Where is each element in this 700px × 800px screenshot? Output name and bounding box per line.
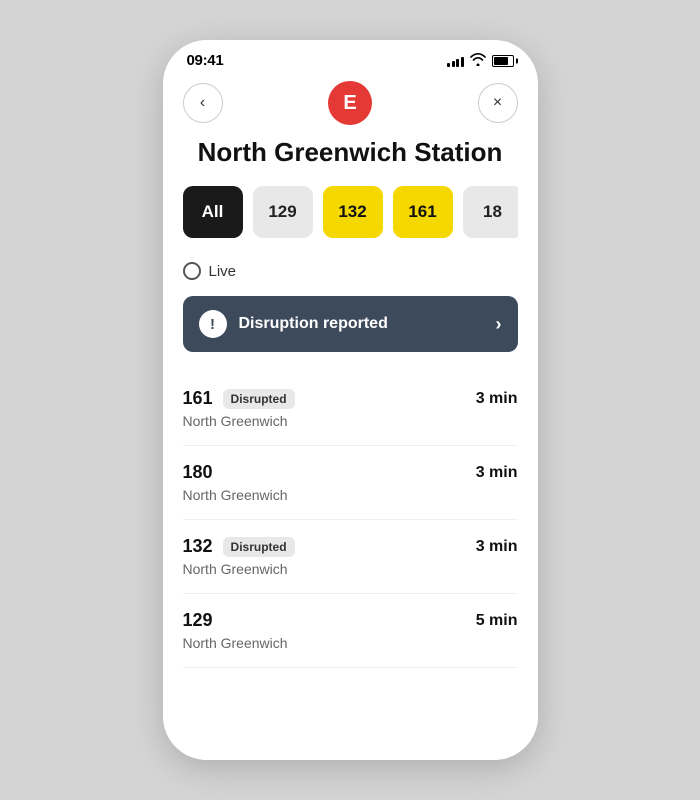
list-item: 129 5 min North Greenwich <box>183 594 518 668</box>
arrival-list: 161 Disrupted 3 min North Greenwich 180 … <box>183 372 518 668</box>
route-number: 180 <box>183 462 213 483</box>
live-indicator: Live <box>183 262 518 280</box>
tab-161[interactable]: 161 <box>393 186 453 238</box>
tab-129[interactable]: 129 <box>253 186 313 238</box>
station-title: North Greenwich Station <box>183 137 518 168</box>
live-circle-icon <box>183 262 201 280</box>
close-button[interactable]: × <box>478 83 518 123</box>
arrival-time: 3 min <box>476 464 518 482</box>
wifi-icon <box>470 53 486 69</box>
arrival-destination: North Greenwich <box>183 635 518 651</box>
phone-frame: 09:41 ‹ E <box>163 40 538 760</box>
disruption-text: Disruption reported <box>239 315 388 333</box>
live-label: Live <box>209 263 237 280</box>
status-time: 09:41 <box>187 52 224 69</box>
arrival-destination: North Greenwich <box>183 487 518 503</box>
list-item: 132 Disrupted 3 min North Greenwich <box>183 520 518 594</box>
disruption-banner[interactable]: ! Disruption reported › <box>183 296 518 352</box>
arrival-destination: North Greenwich <box>183 413 518 429</box>
tab-18[interactable]: 18 <box>463 186 518 238</box>
arrival-destination: North Greenwich <box>183 561 518 577</box>
tab-132[interactable]: 132 <box>323 186 383 238</box>
arrival-time: 5 min <box>476 612 518 630</box>
header-nav: ‹ E × <box>163 73 538 137</box>
route-number: 132 <box>183 536 213 557</box>
back-button[interactable]: ‹ <box>183 83 223 123</box>
battery-icon <box>492 55 514 67</box>
route-number: 161 <box>183 388 213 409</box>
list-item: 161 Disrupted 3 min North Greenwich <box>183 372 518 446</box>
avatar-button[interactable]: E <box>328 81 372 125</box>
chevron-right-icon: › <box>496 314 502 335</box>
content-area: North Greenwich Station All 129 132 161 … <box>163 137 538 760</box>
disrupted-badge: Disrupted <box>223 537 295 557</box>
status-bar: 09:41 <box>163 40 538 73</box>
arrival-time: 3 min <box>476 390 518 408</box>
status-icons <box>447 53 514 69</box>
signal-icon <box>447 55 464 67</box>
route-number: 129 <box>183 610 213 631</box>
tab-all[interactable]: All <box>183 186 243 238</box>
arrival-time: 3 min <box>476 538 518 556</box>
disrupted-badge: Disrupted <box>223 389 295 409</box>
warning-icon: ! <box>199 310 227 338</box>
route-tabs: All 129 132 161 18 <box>183 186 518 242</box>
list-item: 180 3 min North Greenwich <box>183 446 518 520</box>
